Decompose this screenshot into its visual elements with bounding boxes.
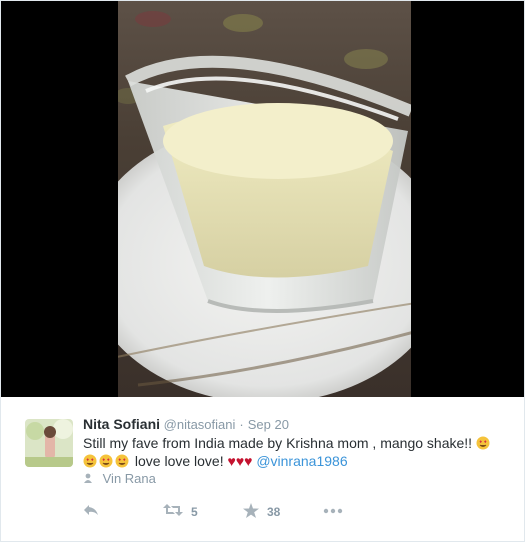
heart-eyes-emoji: [99, 454, 113, 468]
retweet-icon: [163, 503, 183, 520]
tagged-user[interactable]: Vin Rana: [83, 471, 156, 486]
retweet-count: 5: [191, 504, 198, 519]
reply-button[interactable]: [83, 503, 99, 520]
display-name[interactable]: Nita Sofiani: [83, 416, 160, 432]
heart-eyes-emoji: [115, 454, 129, 468]
retweet-button[interactable]: 5: [163, 503, 198, 520]
more-button[interactable]: [323, 503, 343, 517]
tweet-text-line2: love love love!: [134, 453, 224, 469]
heart-eyes-emoji: [83, 454, 97, 468]
tweet-header: Nita Sofiani @nitasofiani · Sep 20: [83, 416, 289, 432]
tweet-text-line1: Still my fave from India made by Krishna…: [83, 435, 473, 451]
user-handle[interactable]: @nitasofiani: [164, 417, 236, 432]
red-heart-emoji: ♥: [235, 453, 245, 469]
reply-icon: [83, 503, 99, 520]
tagged-user-name: Vin Rana: [102, 471, 156, 486]
red-heart-emoji: ♥: [227, 453, 236, 469]
separator-dot: ·: [239, 417, 244, 432]
more-icon: [323, 503, 343, 517]
mention-link[interactable]: @vinrana1986: [256, 453, 347, 469]
tweet-body: Nita Sofiani @nitasofiani · Sep 20 Still m…: [1, 397, 524, 541]
favorite-count: 38: [267, 505, 281, 519]
tweet-actions: 5 38: [83, 503, 383, 523]
mango-shake-photo[interactable]: [118, 1, 411, 397]
tweet-date[interactable]: Sep 20: [248, 417, 289, 432]
heart-eyes-emoji: [476, 436, 490, 450]
favorite-button[interactable]: 38: [243, 503, 280, 521]
avatar[interactable]: [25, 419, 73, 467]
tweet-card: Nita Sofiani @nitasofiani · Sep 20 Still m…: [0, 0, 525, 542]
tweet-text: Still my fave from India made by Krishna…: [83, 434, 503, 470]
tweet-media[interactable]: [1, 1, 524, 397]
person-icon: [83, 471, 93, 486]
star-icon: [243, 503, 259, 521]
red-heart-emoji: ♥: [244, 453, 253, 469]
